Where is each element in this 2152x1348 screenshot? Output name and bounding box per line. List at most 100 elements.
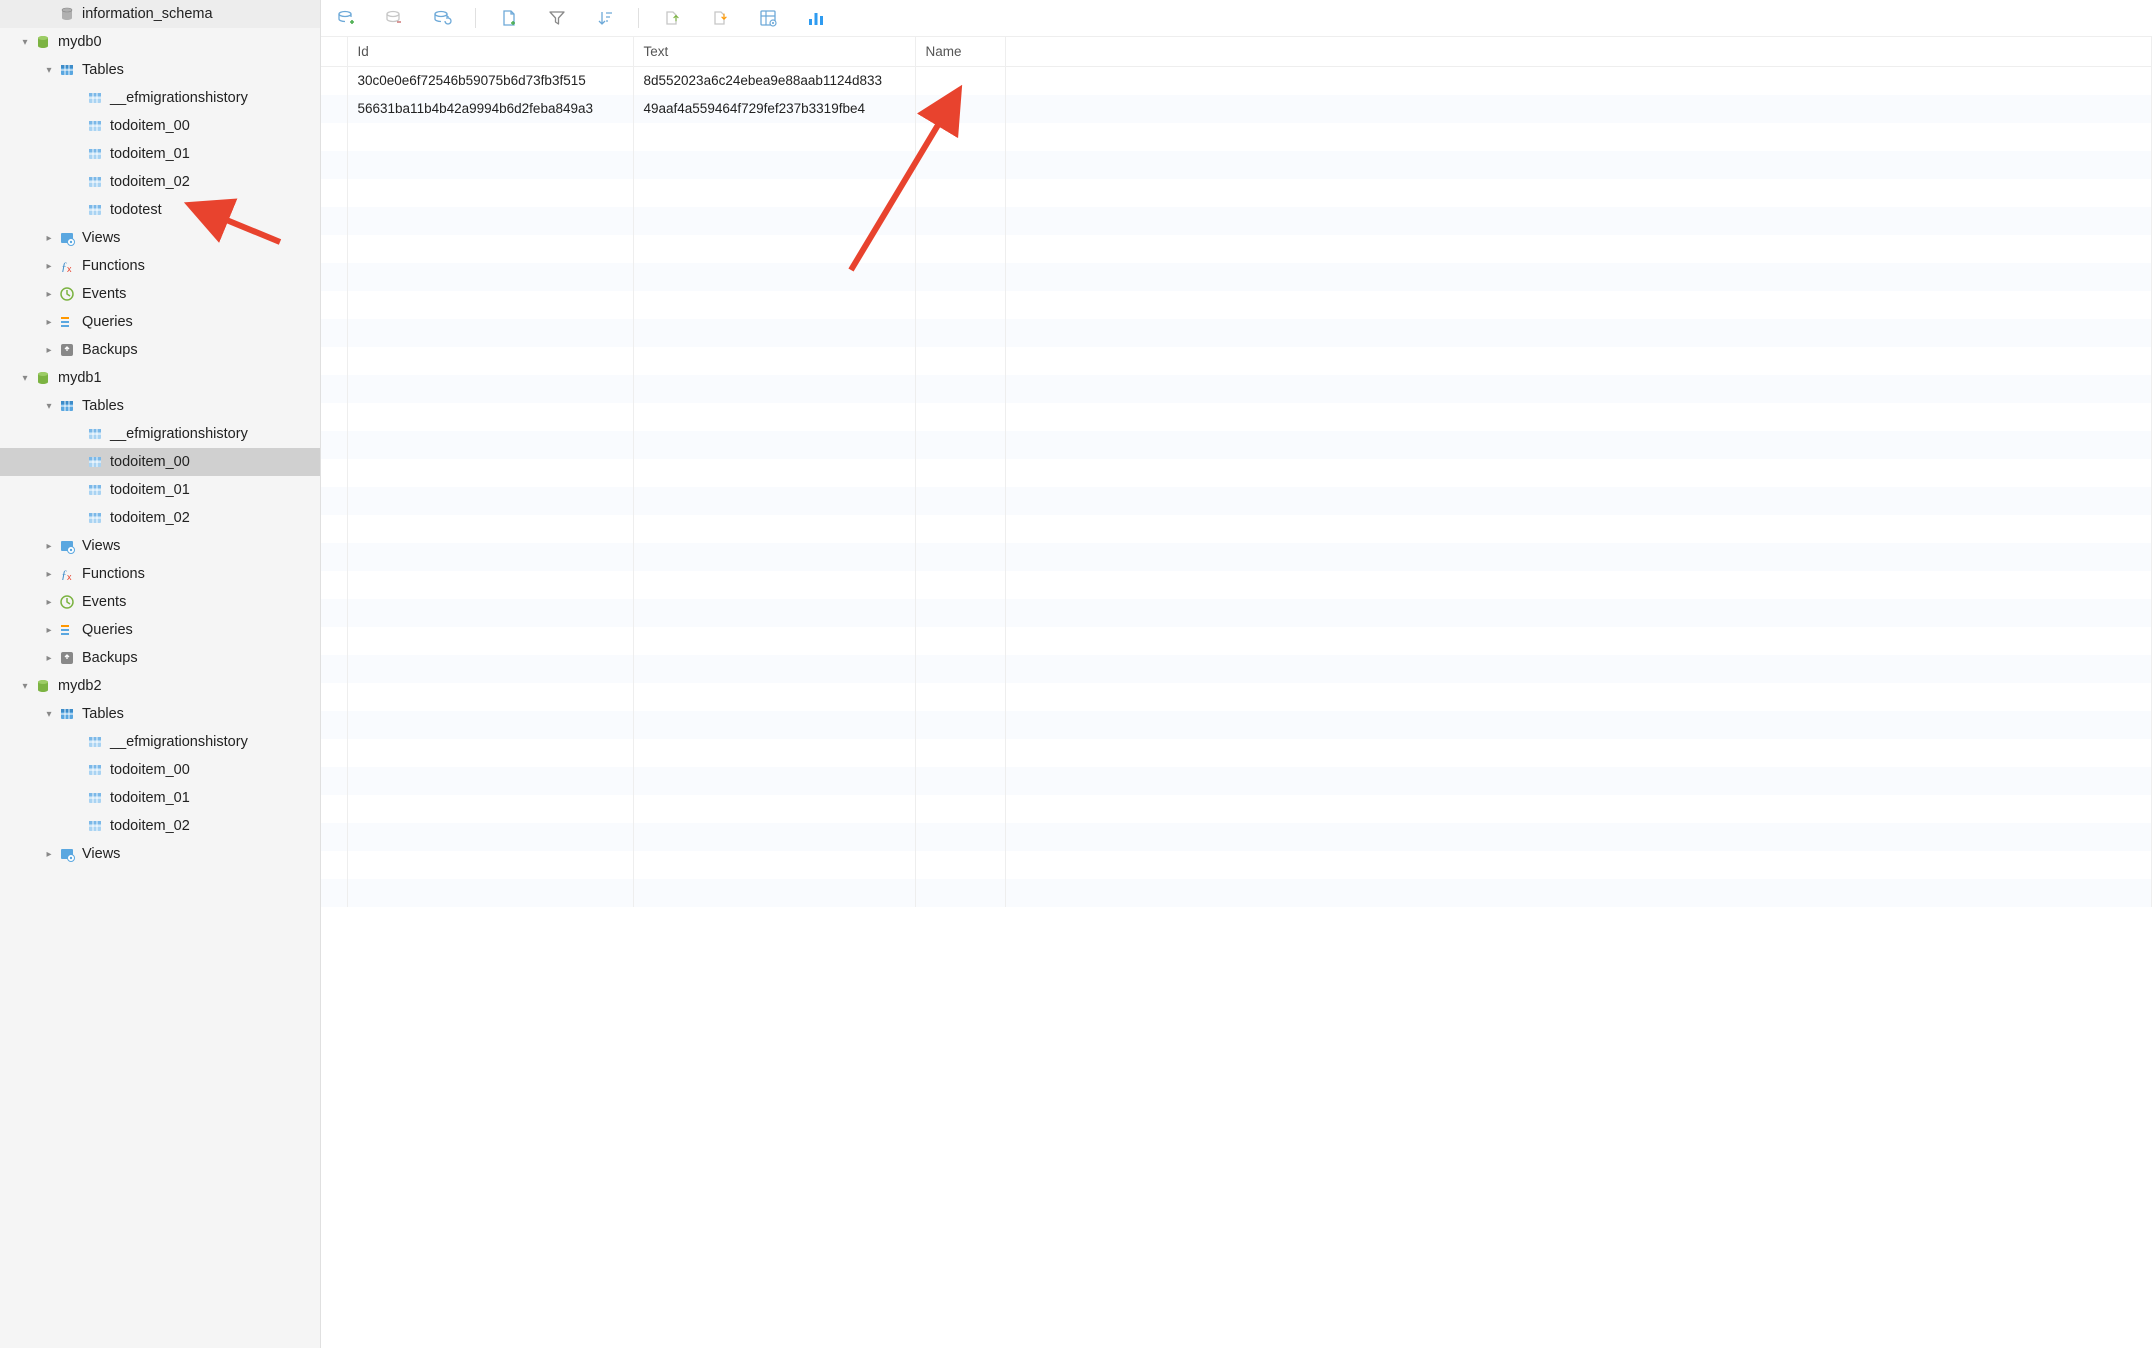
cell-name[interactable] [915,95,1005,123]
tree-item-table[interactable]: __efmigrationshistory [0,420,320,448]
cell-text[interactable] [633,151,915,179]
cell-name[interactable] [915,823,1005,851]
cell-text[interactable] [633,739,915,767]
cell-text[interactable]: 8d552023a6c24ebea9e88aab1124d833 [633,67,915,95]
sort-button[interactable] [590,3,620,33]
column-header-text[interactable]: Text [633,37,915,67]
table-row[interactable] [321,375,2152,403]
chevron-icon[interactable]: ▾ [42,65,56,76]
cell-name[interactable] [915,263,1005,291]
cell-name[interactable] [915,627,1005,655]
cell-name[interactable] [915,739,1005,767]
cell-name[interactable] [915,571,1005,599]
tree-item-backups[interactable]: ▸Backups [0,336,320,364]
tree-item-table[interactable]: todoitem_02 [0,504,320,532]
cell-name[interactable] [915,683,1005,711]
table-row[interactable]: 56631ba11b4b42a9994b6d2feba849a349aaf4a5… [321,95,2152,123]
cell-id[interactable] [347,683,633,711]
tree-item-db[interactable]: ▾mydb1 [0,364,320,392]
cell-id[interactable] [347,879,633,907]
cell-name[interactable] [915,543,1005,571]
cell-text[interactable] [633,851,915,879]
tree-item-table[interactable]: todoitem_01 [0,140,320,168]
cell-name[interactable] [915,347,1005,375]
insert-row-button[interactable] [331,3,361,33]
cell-name[interactable] [915,459,1005,487]
cell-id[interactable] [347,123,633,151]
cell-name[interactable] [915,711,1005,739]
tree-item-tables[interactable]: ▾Tables [0,700,320,728]
cell-text[interactable] [633,767,915,795]
cell-text[interactable] [633,655,915,683]
table-row[interactable] [321,627,2152,655]
cell-text[interactable] [633,431,915,459]
tree-item-queries[interactable]: ▸Queries [0,616,320,644]
table-row[interactable] [321,487,2152,515]
cell-name[interactable] [915,151,1005,179]
cell-text[interactable] [633,207,915,235]
table-row[interactable] [321,403,2152,431]
chevron-icon[interactable]: ▸ [42,345,56,356]
cell-id[interactable] [347,543,633,571]
tree-item-table[interactable]: todoitem_02 [0,168,320,196]
cell-text[interactable] [633,235,915,263]
cell-text[interactable] [633,599,915,627]
chevron-icon[interactable]: ▾ [42,709,56,720]
cell-id[interactable] [347,319,633,347]
chart-button[interactable] [801,3,831,33]
cell-id[interactable] [347,739,633,767]
refresh-button[interactable] [427,3,457,33]
table-row[interactable] [321,795,2152,823]
cell-text[interactable] [633,123,915,151]
chevron-icon[interactable]: ▸ [42,625,56,636]
tree-item-views[interactable]: ▸Views [0,840,320,868]
export-button[interactable] [705,3,735,33]
tree-item-db[interactable]: ▾mydb2 [0,672,320,700]
cell-name[interactable] [915,655,1005,683]
cell-name[interactable] [915,431,1005,459]
cell-text[interactable] [633,879,915,907]
cell-id[interactable] [347,599,633,627]
delete-row-button[interactable] [379,3,409,33]
tree-item-functions[interactable]: ▸ƒxFunctions [0,252,320,280]
cell-text[interactable] [633,375,915,403]
tree-item-db-sys[interactable]: information_schema [0,0,320,28]
cell-text[interactable] [633,795,915,823]
cell-name[interactable] [915,851,1005,879]
tree-item-functions[interactable]: ▸ƒxFunctions [0,560,320,588]
table-row[interactable] [321,683,2152,711]
table-row[interactable] [321,879,2152,907]
table-row[interactable] [321,151,2152,179]
cell-id[interactable] [347,179,633,207]
cell-id[interactable] [347,515,633,543]
cell-id[interactable] [347,291,633,319]
cell-id[interactable] [347,795,633,823]
table-row[interactable] [321,235,2152,263]
cell-id[interactable]: 56631ba11b4b42a9994b6d2feba849a3 [347,95,633,123]
tree-item-tables[interactable]: ▾Tables [0,392,320,420]
cell-name[interactable] [915,515,1005,543]
tree-item-table[interactable]: todoitem_01 [0,476,320,504]
tree-item-table[interactable]: __efmigrationshistory [0,84,320,112]
cell-text[interactable] [633,459,915,487]
tree-item-table[interactable]: todoitem_00 [0,112,320,140]
cell-text[interactable] [633,319,915,347]
table-row[interactable] [321,739,2152,767]
cell-id[interactable] [347,263,633,291]
chevron-icon[interactable]: ▸ [42,317,56,328]
tree-item-table[interactable]: todoitem_00 [0,448,320,476]
cell-id[interactable] [347,403,633,431]
chevron-icon[interactable]: ▸ [42,849,56,860]
tree-item-events[interactable]: ▸Events [0,280,320,308]
tree-item-queries[interactable]: ▸Queries [0,308,320,336]
cell-text[interactable] [633,823,915,851]
cell-name[interactable] [915,207,1005,235]
cell-id[interactable] [347,655,633,683]
cell-id[interactable] [347,823,633,851]
tree-item-db[interactable]: ▾mydb0 [0,28,320,56]
cell-id[interactable] [347,571,633,599]
cell-id[interactable]: 30c0e0e6f72546b59075b6d73fb3f515 [347,67,633,95]
chevron-icon[interactable]: ▸ [42,597,56,608]
cell-text[interactable] [633,487,915,515]
cell-text[interactable] [633,711,915,739]
